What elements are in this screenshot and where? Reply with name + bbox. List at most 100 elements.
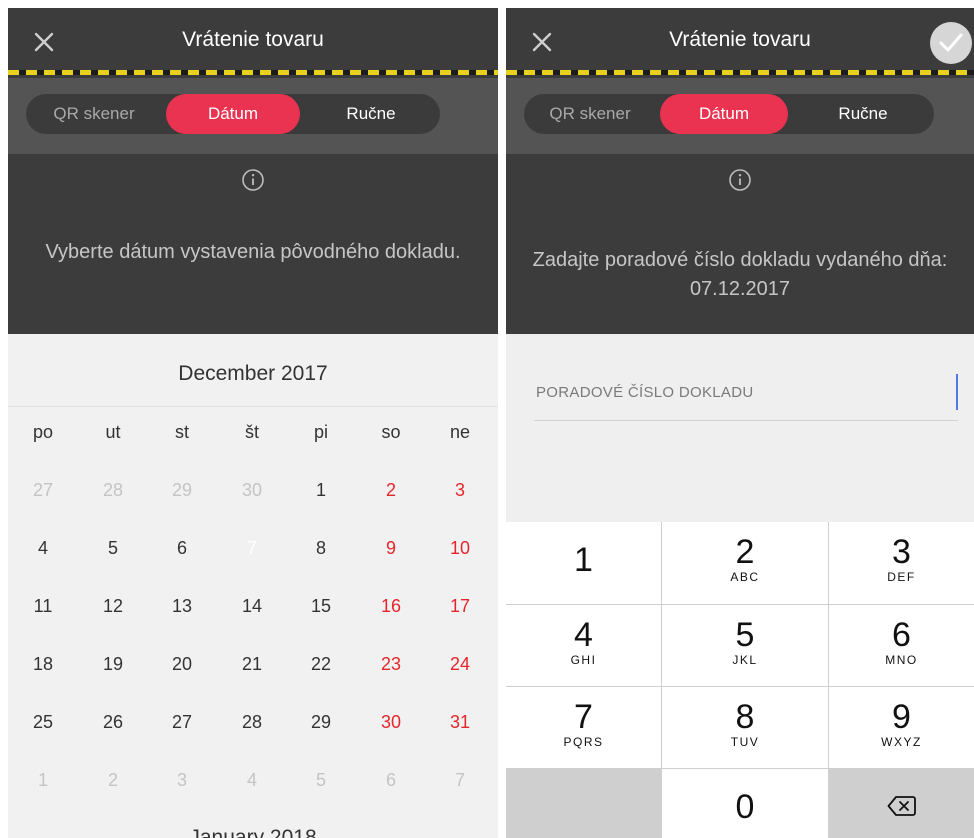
key-letters: DEF — [887, 570, 916, 584]
mode-switch-area: QR skener Dátum Ručne — [8, 78, 498, 154]
page-title: Vrátenie tovaru — [669, 28, 811, 51]
info-panel: Zadajte poradové číslo dokladu vydaného … — [506, 154, 974, 334]
key-2[interactable]: 2 ABC — [662, 522, 828, 604]
calendar-day[interactable]: 27 — [157, 702, 207, 742]
calendar-day[interactable]: 30 — [227, 470, 277, 510]
key-digit: 3 — [892, 533, 911, 571]
calendar-day[interactable]: 1 — [296, 470, 346, 510]
calendar-day-selected[interactable]: 7 — [227, 526, 277, 570]
calendar-day[interactable]: 4 — [18, 528, 68, 568]
field-underline — [534, 420, 958, 421]
calendar-day[interactable]: 25 — [18, 702, 68, 742]
calendar-day[interactable]: 15 — [296, 586, 346, 626]
text-caret — [956, 374, 958, 410]
key-1[interactable]: 1 — [506, 522, 661, 604]
backspace-key[interactable] — [829, 769, 974, 838]
calendar-day[interactable]: 12 — [88, 586, 138, 626]
calendar-day[interactable]: 24 — [435, 644, 485, 684]
key-digit: 1 — [574, 541, 593, 579]
key-letters: PQRS — [563, 735, 604, 749]
calendar-week: 1 2 3 4 5 6 7 — [8, 760, 498, 800]
calendar-day[interactable]: 14 — [227, 586, 277, 626]
calendar-day[interactable]: 10 — [435, 528, 485, 568]
key-letters: TUV — [730, 735, 760, 749]
calendar-day[interactable]: 17 — [435, 586, 485, 626]
calendar-day[interactable]: 20 — [157, 644, 207, 684]
calendar-day[interactable]: 7 — [435, 760, 485, 800]
calendar-day[interactable]: 8 — [296, 528, 346, 568]
calendar-day[interactable]: 30 — [366, 702, 416, 742]
calendar-day[interactable]: 26 — [88, 702, 138, 742]
calendar-day[interactable]: 4 — [227, 760, 277, 800]
mode-segmented-control: QR skener Dátum Ručne — [524, 94, 934, 134]
mode-switch-area: QR skener Dátum Ručne — [506, 78, 974, 154]
calendar-day[interactable]: 1 — [18, 760, 68, 800]
tab-manual[interactable]: Ručne — [796, 94, 930, 134]
key-3[interactable]: 3 DEF — [829, 522, 974, 604]
calendar-day[interactable]: 28 — [88, 470, 138, 510]
key-0[interactable]: 0 — [662, 769, 828, 838]
document-number-placeholder: PORADOVÉ ČÍSLO DOKLADU — [536, 384, 754, 401]
page-title: Vrátenie tovaru — [182, 28, 324, 51]
calendar-day[interactable]: 31 — [435, 702, 485, 742]
selected-day-label: 7 — [246, 538, 257, 558]
key-5[interactable]: 5 JKL — [662, 605, 828, 686]
calendar-day[interactable]: 5 — [296, 760, 346, 800]
next-month-title: January 2018 — [189, 826, 317, 838]
calendar-day[interactable]: 5 — [88, 528, 138, 568]
calendar-day[interactable]: 3 — [435, 470, 485, 510]
tab-manual[interactable]: Ručne — [308, 94, 434, 134]
calendar-day[interactable]: 2 — [366, 470, 416, 510]
calendar-day[interactable]: 13 — [157, 586, 207, 626]
calendar-day[interactable]: 3 — [157, 760, 207, 800]
checkmark-icon[interactable] — [930, 22, 972, 64]
numeric-keypad: 1 2 ABC 3 DEF 4 GHI 5 JKL 6 MNO 7 PQRS 8… — [506, 522, 974, 838]
key-8[interactable]: 8 TUV — [662, 687, 828, 768]
calendar-day[interactable]: 18 — [18, 644, 68, 684]
calendar-month-title: December 2017 — [178, 362, 328, 385]
info-panel: Vyberte dátum vystavenia pôvodného dokla… — [8, 154, 498, 334]
calendar-day[interactable]: 29 — [296, 702, 346, 742]
calendar-day[interactable]: 27 — [18, 470, 68, 510]
key-digit: 9 — [892, 698, 911, 736]
key-6[interactable]: 6 MNO — [829, 605, 974, 686]
number-entry-screen: Vrátenie tovaru QR skener Dátum Ručne Za… — [506, 8, 974, 838]
date-picker-screen: Vrátenie tovaru QR skener Dátum Ručne Vy… — [8, 8, 498, 838]
key-letters: JKL — [732, 653, 758, 667]
weekday-label: pi — [313, 422, 328, 442]
key-7[interactable]: 7 PQRS — [506, 687, 661, 768]
calendar-day[interactable]: 11 — [18, 586, 68, 626]
calendar-week: 11 12 13 14 15 16 17 — [8, 586, 498, 626]
tab-qr-scanner[interactable]: QR skener — [30, 94, 158, 134]
calendar-day[interactable]: 23 — [366, 644, 416, 684]
calendar-day[interactable]: 2 — [88, 760, 138, 800]
calendar-day[interactable]: 22 — [296, 644, 346, 684]
weekday-label: so — [381, 422, 401, 442]
calendar-day[interactable]: 19 — [88, 644, 138, 684]
calendar-day[interactable]: 6 — [366, 760, 416, 800]
dashed-divider — [8, 70, 498, 75]
calendar-day[interactable]: 16 — [366, 586, 416, 626]
tab-qr-scanner[interactable]: QR skener — [528, 94, 652, 134]
instruction-text: Zadajte poradové číslo dokladu vydaného … — [532, 249, 948, 300]
calendar-day[interactable]: 29 — [157, 470, 207, 510]
calendar-day[interactable]: 9 — [366, 528, 416, 568]
calendar-day[interactable]: 6 — [157, 528, 207, 568]
key-letters: WXYZ — [881, 735, 922, 749]
divider — [8, 406, 498, 407]
key-9[interactable]: 9 WXYZ — [829, 687, 974, 768]
tab-date[interactable]: Dátum — [660, 94, 788, 134]
calendar-day[interactable]: 28 — [227, 702, 277, 742]
empty-key — [506, 769, 661, 838]
calendar-week: 4 5 6 7 8 9 10 — [8, 526, 498, 570]
calendar: December 2017 po ut st št pi so ne 27 28… — [8, 334, 498, 838]
info-icon — [728, 168, 752, 192]
tab-date[interactable]: Dátum — [166, 94, 300, 134]
key-digit: 6 — [892, 616, 911, 654]
calendar-day[interactable]: 21 — [227, 644, 277, 684]
key-4[interactable]: 4 GHI — [506, 605, 661, 686]
weekday-label: st — [174, 422, 189, 442]
key-digit: 8 — [735, 698, 755, 736]
key-letters: GHI — [570, 653, 597, 667]
entry-form: PORADOVÉ ČÍSLO DOKLADU — [506, 334, 974, 522]
